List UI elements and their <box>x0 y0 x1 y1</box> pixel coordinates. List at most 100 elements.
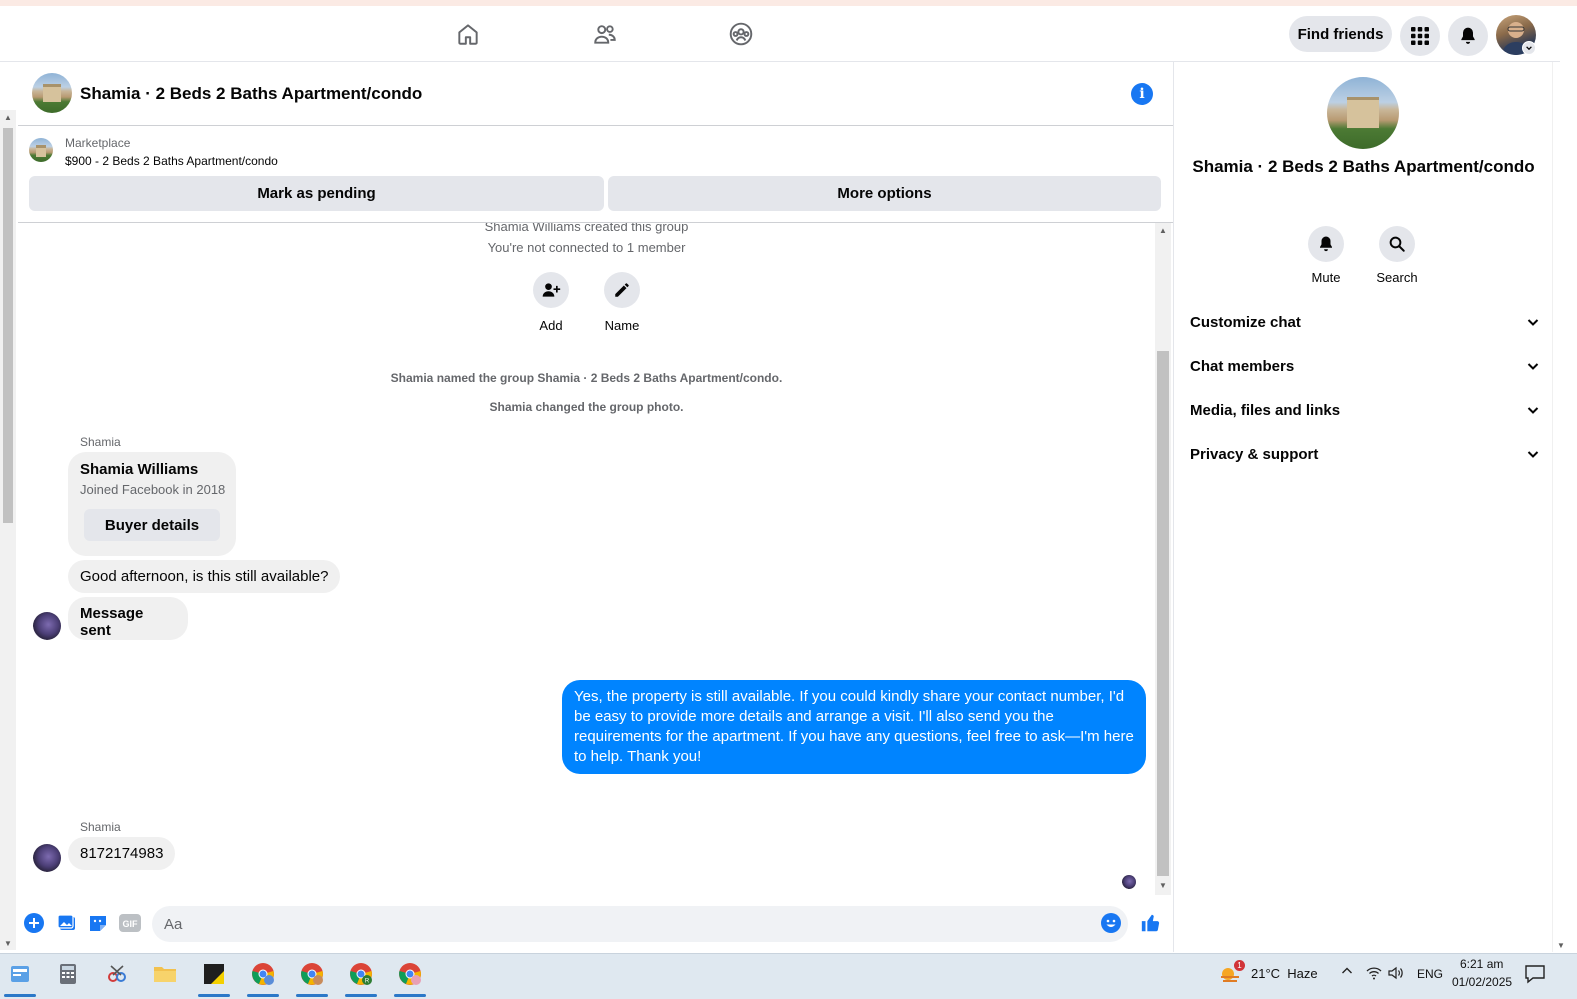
active-app-indicator <box>247 994 279 997</box>
photo-icon[interactable] <box>56 912 78 934</box>
group-photo-large[interactable] <box>1327 77 1399 149</box>
chevron-down-icon <box>1527 363 1539 370</box>
add-member-action[interactable]: Add <box>521 272 581 333</box>
active-app-indicator <box>4 994 36 997</box>
name-group-action[interactable]: Name <box>592 272 652 333</box>
scroll-up-arrow-icon[interactable]: ▲ <box>0 110 16 124</box>
add-person-icon[interactable] <box>533 272 569 308</box>
outgoing-message: Yes, the property is still available. If… <box>562 680 1146 774</box>
snipping-tool-app-icon[interactable] <box>97 954 137 994</box>
listing-title[interactable]: $900 - 2 Beds 2 Baths Apartment/condo <box>65 154 278 168</box>
scroll-down-arrow-icon[interactable]: ▼ <box>1155 878 1171 892</box>
chevron-down-icon <box>1527 319 1539 326</box>
chat-members-section[interactable]: Chat members <box>1190 344 1540 388</box>
scroll-down-arrow-icon[interactable]: ▼ <box>1553 938 1569 952</box>
buyer-name: Shamia Williams <box>80 461 199 478</box>
notifications-bell-icon[interactable] <box>1448 16 1488 56</box>
chevron-down-icon <box>1527 407 1539 414</box>
control-panel-app-icon[interactable] <box>0 954 40 997</box>
mute-label: Mute <box>1311 270 1341 285</box>
window-scrollbar[interactable]: ▼ <box>1552 62 1568 952</box>
sender-avatar[interactable] <box>33 612 61 640</box>
message-composer: GIF Aa <box>18 898 1173 950</box>
chrome-profile-4-icon[interactable] <box>390 954 430 997</box>
gif-icon[interactable]: GIF <box>119 912 141 934</box>
svg-text:R: R <box>365 979 370 985</box>
menu-grid-icon[interactable] <box>1400 16 1440 56</box>
pencil-icon[interactable] <box>604 272 640 308</box>
find-friends-button[interactable]: Find friends <box>1289 16 1392 52</box>
home-icon[interactable] <box>454 20 482 48</box>
incoming-message: 8172174983 <box>68 837 176 870</box>
chrome-profile-1-icon[interactable] <box>243 954 283 997</box>
account-chevron-down-icon[interactable] <box>1522 41 1536 55</box>
buyer-details-button[interactable]: Buyer details <box>84 509 220 541</box>
chrome-profile-3-icon[interactable]: R <box>341 954 381 997</box>
scroll-down-arrow-icon[interactable]: ▼ <box>0 936 16 950</box>
active-app-indicator <box>296 994 328 997</box>
customize-chat-section[interactable]: Customize chat <box>1190 300 1540 344</box>
friends-icon[interactable] <box>591 20 619 48</box>
page-scrollbar[interactable]: ▲ ▼ <box>0 110 16 950</box>
sticky-notes-app-icon[interactable] <box>194 954 234 997</box>
volume-icon[interactable] <box>1388 966 1404 983</box>
notification-center-icon[interactable] <box>1524 964 1546 987</box>
sender-avatar[interactable] <box>33 844 61 872</box>
search-icon[interactable] <box>1379 226 1415 262</box>
buyer-profile-card: Shamia Williams Joined Facebook in 2018 … <box>68 452 236 556</box>
not-connected-notice: You're not connected to 1 member <box>487 240 686 255</box>
message-input[interactable]: Aa <box>152 906 1128 942</box>
emoji-icon[interactable] <box>1100 912 1122 934</box>
group-photo[interactable] <box>32 73 72 113</box>
section-label: Media, files and links <box>1190 401 1341 419</box>
mute-action[interactable]: Mute <box>1296 226 1356 285</box>
chat-title[interactable]: Shamia · 2 Beds 2 Baths Apartment/condo <box>80 84 422 104</box>
scroll-up-arrow-icon[interactable]: ▲ <box>1155 223 1171 237</box>
name-label: Name <box>604 318 640 333</box>
more-options-button[interactable]: More options <box>608 176 1161 211</box>
marketplace-label: Marketplace <box>65 136 131 150</box>
like-thumbs-up-icon[interactable] <box>1140 912 1162 934</box>
mark-as-pending-button[interactable]: Mark as pending <box>29 176 604 211</box>
group-named-event: Shamia named the group Shamia · 2 Beds 2… <box>390 371 783 385</box>
weather-icon[interactable]: 1 <box>1212 954 1248 994</box>
scrollbar-thumb[interactable] <box>1157 351 1169 876</box>
weather-alert-badge: 1 <box>1234 960 1245 971</box>
calculator-app-icon[interactable] <box>48 954 88 994</box>
group-created-notice: Shamia Williams created this group <box>484 223 689 234</box>
scrollbar-thumb[interactable] <box>3 128 13 523</box>
seen-by-avatar <box>1122 875 1136 889</box>
active-app-indicator <box>394 994 426 997</box>
plus-circle-icon[interactable] <box>23 912 45 934</box>
clock-time[interactable]: 6:21 am <box>1460 957 1503 971</box>
weather-text[interactable]: 21°C Haze <box>1251 966 1318 981</box>
privacy-support-section[interactable]: Privacy & support <box>1190 432 1540 476</box>
media-files-links-section[interactable]: Media, files and links <box>1190 388 1540 432</box>
file-explorer-app-icon[interactable] <box>145 954 185 994</box>
listing-thumbnail[interactable] <box>29 138 53 162</box>
chat-scrollbar[interactable]: ▲ ▼ <box>1155 223 1171 895</box>
clock-date[interactable]: 01/02/2025 <box>1452 975 1512 989</box>
panel-title: Shamia · 2 Beds 2 Baths Apartment/condo <box>1192 157 1535 176</box>
network-icon[interactable] <box>1366 966 1382 983</box>
active-app-indicator <box>198 994 230 997</box>
windows-taskbar: R 1 21°C Haze ENG 6:21 am 01/02/2025 <box>0 953 1577 999</box>
marketplace-listing-bar: Marketplace $900 - 2 Beds 2 Baths Apartm… <box>18 127 1173 223</box>
buyer-joined: Joined Facebook in 2018 <box>80 482 226 497</box>
sender-name: Shamia <box>80 435 121 449</box>
info-icon[interactable]: i <box>1131 83 1153 105</box>
chrome-profile-2-icon[interactable] <box>292 954 332 997</box>
section-label: Chat members <box>1190 357 1295 375</box>
bell-icon[interactable] <box>1308 226 1344 262</box>
message-thread: Shamia Williams created this group You'r… <box>18 223 1155 898</box>
language-indicator[interactable]: ENG <box>1417 967 1443 981</box>
search-action[interactable]: Search <box>1367 226 1427 285</box>
section-label: Privacy & support <box>1190 445 1319 463</box>
sender-name: Shamia <box>80 820 121 834</box>
sticker-icon[interactable] <box>87 912 109 934</box>
search-label: Search <box>1376 270 1418 285</box>
groups-icon[interactable] <box>727 20 755 48</box>
add-label: Add <box>539 318 563 333</box>
section-label: Customize chat <box>1190 313 1301 331</box>
chevron-up-icon[interactable] <box>1340 964 1354 981</box>
